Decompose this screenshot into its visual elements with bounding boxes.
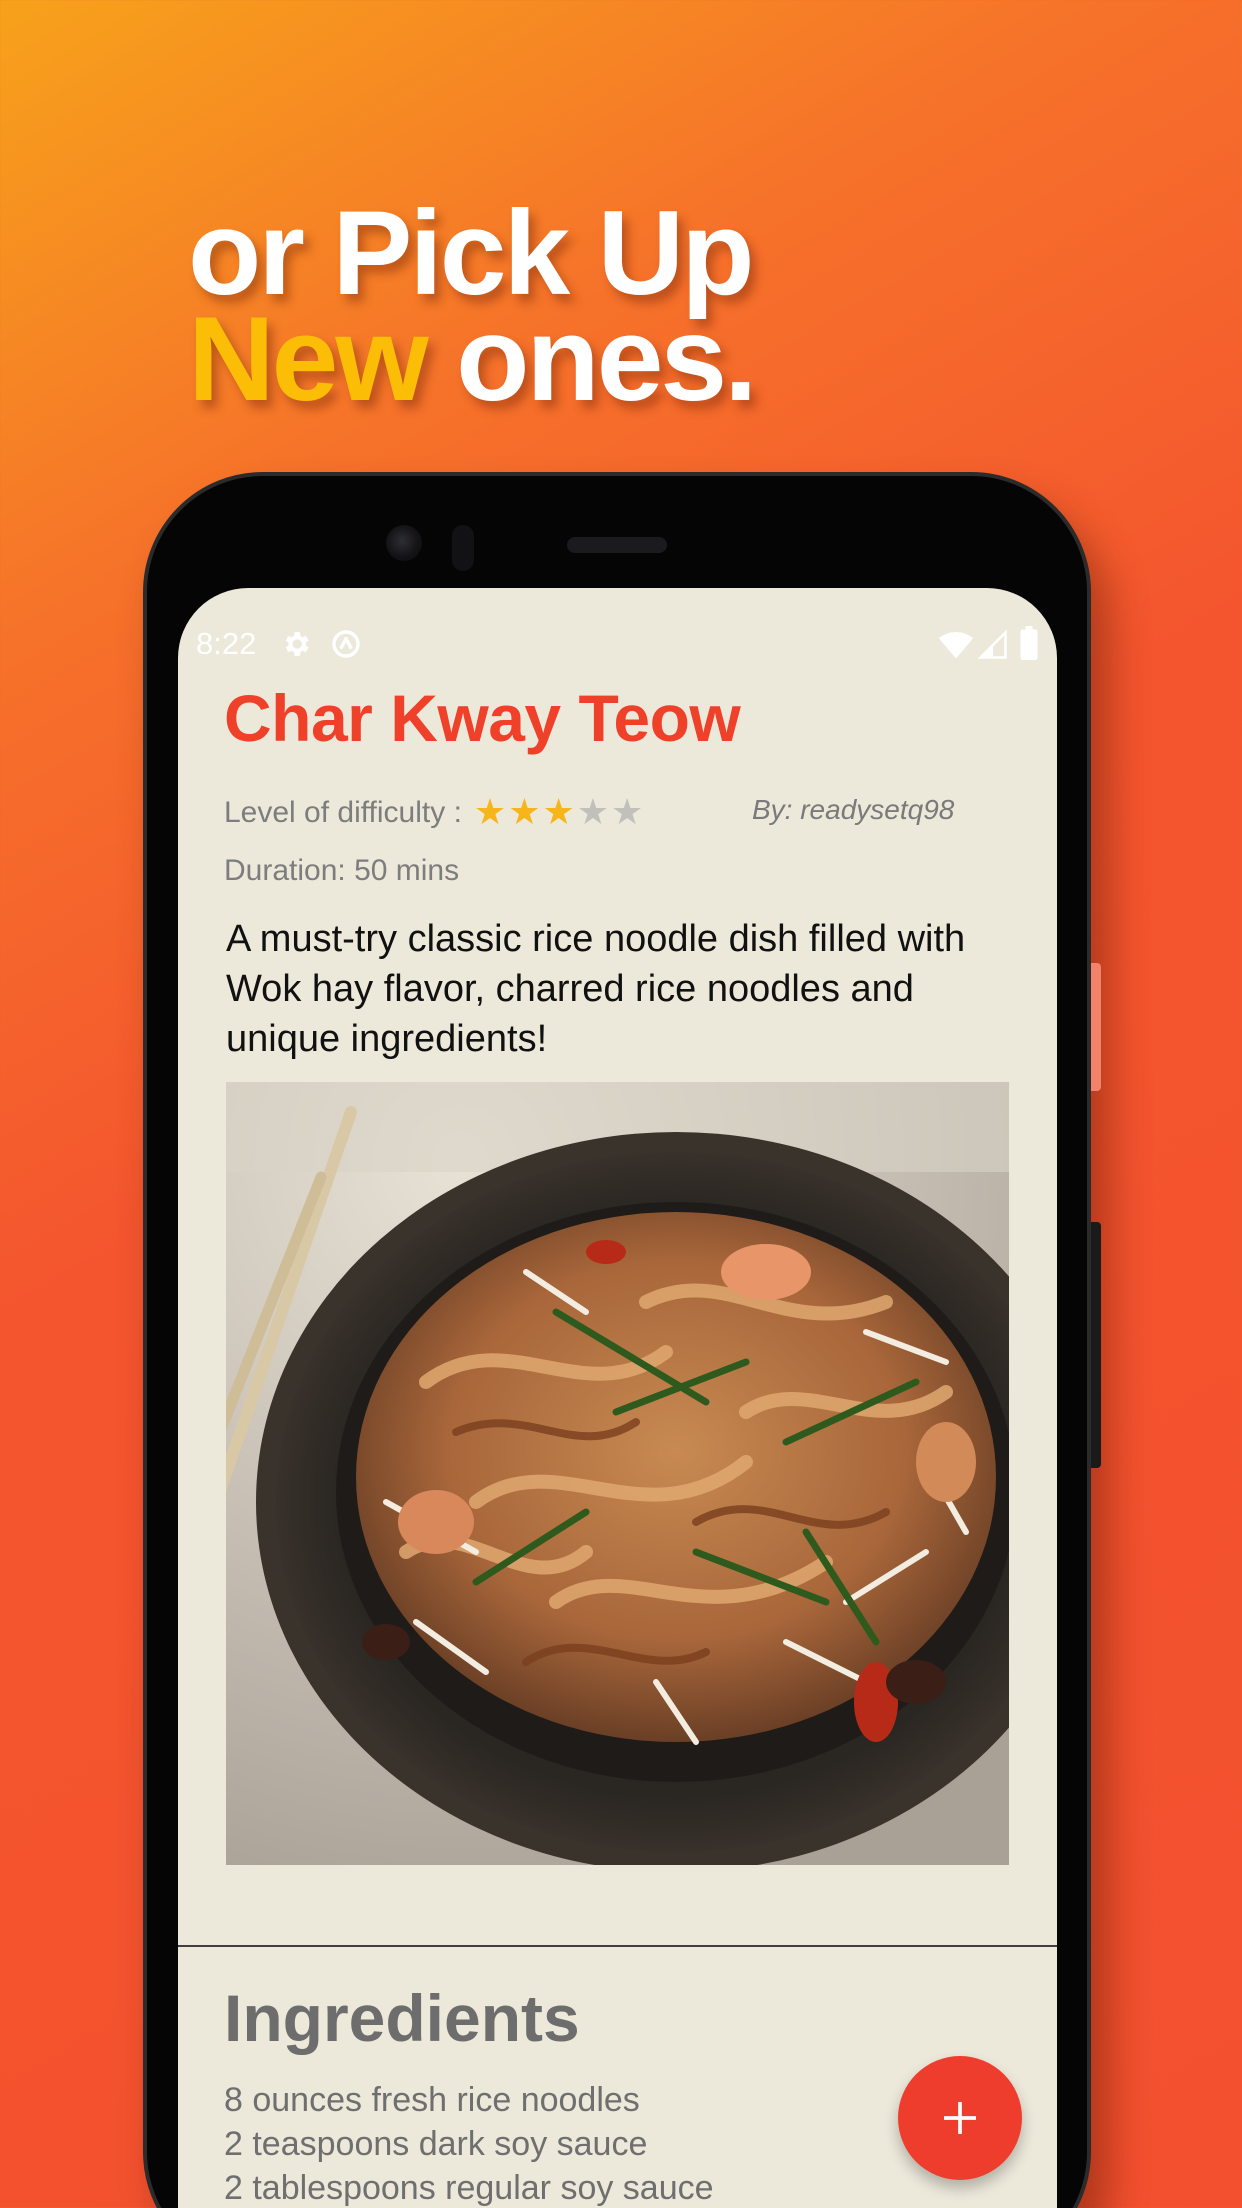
star-empty-icon: ★ bbox=[576, 792, 610, 833]
noodle-dish-illustration bbox=[226, 1082, 1009, 1865]
front-camera bbox=[386, 525, 422, 561]
phone-volume-button bbox=[1091, 1222, 1101, 1468]
recipe-description: A must-try classic rice noodle dish fill… bbox=[226, 918, 966, 1060]
status-time: 8:22 bbox=[196, 626, 257, 661]
promo-headline: or Pick Up New ones. bbox=[188, 186, 758, 419]
proximity-sensor bbox=[452, 525, 474, 571]
recipe-author: By: readysetq98 bbox=[752, 794, 955, 825]
difficulty-label: Level of difficulty : bbox=[224, 796, 462, 829]
phone-power-button bbox=[1091, 963, 1101, 1091]
star-empty-icon: ★ bbox=[611, 792, 644, 833]
wifi-icon bbox=[938, 632, 974, 659]
signal-icon bbox=[978, 630, 1007, 659]
headline-line-1: or Pick Up bbox=[188, 186, 754, 320]
phone-screen: 8:22 Char Kway Teow Level of difficulty … bbox=[178, 588, 1057, 2208]
star-filled-icon: ★ bbox=[473, 792, 507, 833]
difficulty-row: Level of difficulty : ★ ★ ★ ★ ★ bbox=[224, 793, 643, 833]
section-divider bbox=[178, 1945, 1057, 1947]
ingredient-item: 8 ounces fresh rice noodles bbox=[224, 2081, 640, 2119]
plus-icon bbox=[943, 2101, 977, 2135]
headline-accent-word: New bbox=[188, 292, 429, 426]
difficulty-stars: ★ ★ ★ ★ ★ bbox=[474, 795, 643, 831]
headline-line-2: New ones. bbox=[188, 299, 758, 419]
earpiece-speaker bbox=[567, 537, 667, 553]
gear-icon bbox=[285, 632, 309, 656]
recipe-duration: Duration: 50 mins bbox=[224, 854, 460, 887]
headline-line-2-rest: ones. bbox=[425, 292, 757, 426]
ingredients-heading: Ingredients bbox=[224, 1981, 580, 2055]
add-fab-button[interactable] bbox=[898, 2056, 1022, 2180]
star-filled-icon: ★ bbox=[542, 792, 575, 833]
recipe-title: Char Kway Teow bbox=[224, 681, 741, 755]
ingredient-item: 2 teaspoons dark soy sauce bbox=[224, 2125, 648, 2163]
ingredients-list: 8 ounces fresh rice noodles 2 teaspoons … bbox=[224, 2078, 714, 2208]
battery-icon bbox=[1020, 626, 1038, 660]
star-filled-icon: ★ bbox=[508, 792, 541, 833]
ingredient-item: 2 tablespoons regular soy sauce bbox=[224, 2169, 714, 2207]
sync-icon bbox=[332, 630, 360, 658]
recipe-photo bbox=[226, 1082, 1009, 1865]
